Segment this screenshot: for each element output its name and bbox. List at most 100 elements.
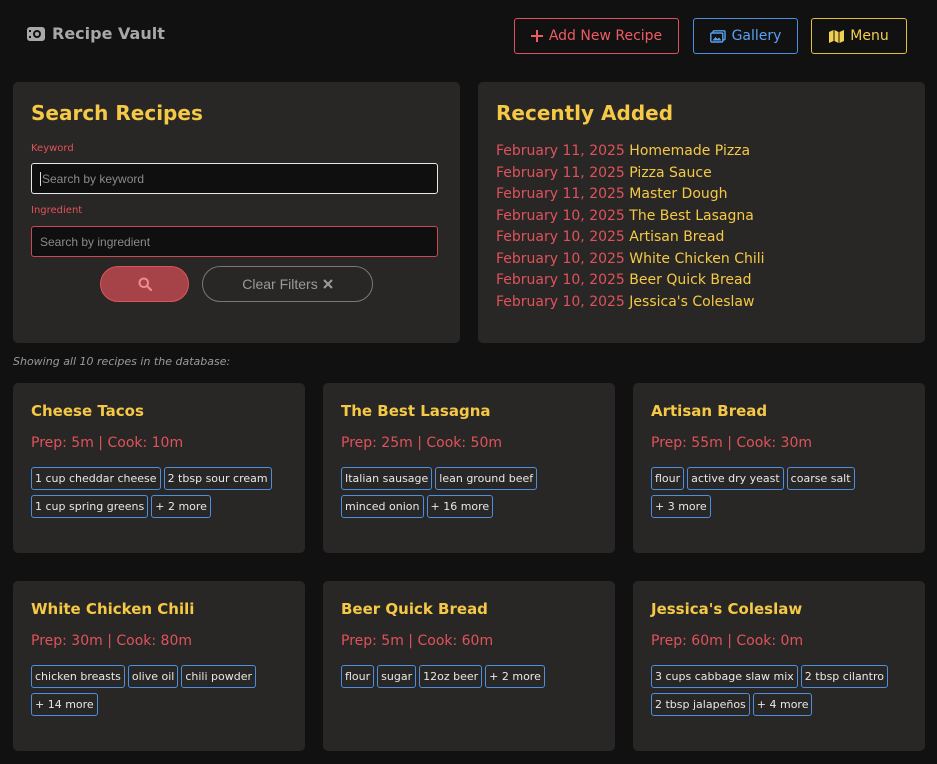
ingredient-input[interactable]: Search by ingredient bbox=[31, 226, 438, 257]
ingredient-tags: flour active dry yeast coarse salt + 3 m… bbox=[651, 467, 913, 518]
ingredient-tag: 2 tbsp sour cream bbox=[163, 467, 272, 490]
text-cursor bbox=[40, 171, 41, 186]
ingredient-tag: 1 cup cheddar cheese bbox=[31, 467, 161, 490]
keyword-placeholder: Search by keyword bbox=[42, 171, 145, 186]
recent-item[interactable]: February 11, 2025 Pizza Sauce bbox=[496, 164, 765, 186]
more-ingredients-tag: + 2 more bbox=[485, 665, 545, 688]
recent-name[interactable]: Master Dough bbox=[629, 186, 727, 202]
more-ingredients-tag: + 2 more bbox=[151, 495, 211, 518]
ingredient-tag: Italian sausage bbox=[341, 467, 433, 490]
recent-date: February 10, 2025 bbox=[496, 250, 625, 267]
plus-icon bbox=[530, 30, 543, 42]
search-button[interactable] bbox=[100, 266, 189, 302]
recipe-time: Prep: 5m | Cook: 10m bbox=[31, 435, 184, 451]
ingredient-tag: flour bbox=[341, 665, 375, 688]
recent-date: February 11, 2025 bbox=[496, 164, 625, 181]
ingredient-tag: olive oil bbox=[127, 665, 179, 688]
recent-item[interactable]: February 10, 2025 White Chicken Chili bbox=[496, 250, 765, 272]
recent-item[interactable]: February 10, 2025 The Best Lasagna bbox=[496, 207, 765, 229]
ingredient-tag: 3 cups cabbage slaw mix bbox=[651, 665, 798, 688]
recipe-time: Prep: 5m | Cook: 60m bbox=[341, 633, 494, 649]
recent-name[interactable]: Jessica's Coleslaw bbox=[629, 294, 754, 310]
recent-name[interactable]: The Best Lasagna bbox=[629, 208, 754, 224]
gallery-label: Gallery bbox=[731, 28, 782, 44]
ingredient-tag: sugar bbox=[377, 665, 417, 688]
ingredient-tag: 1 cup spring greens bbox=[31, 495, 149, 518]
keyword-label: Keyword bbox=[31, 143, 74, 154]
recipe-vault-logo-icon bbox=[27, 26, 45, 41]
recipe-time: Prep: 25m | Cook: 50m bbox=[341, 435, 503, 451]
more-ingredients-tag: + 16 more bbox=[426, 495, 494, 518]
recipe-card[interactable]: Beer Quick Bread Prep: 5m | Cook: 60m fl… bbox=[323, 581, 615, 751]
keyword-input[interactable]: Search by keyword bbox=[31, 163, 438, 194]
recently-added-panel: Recently Added February 11, 2025 Homemad… bbox=[478, 82, 925, 343]
clear-filters-label: Clear Filters bbox=[242, 276, 318, 292]
ingredient-tag: 12oz beer bbox=[419, 665, 483, 688]
recent-item[interactable]: February 11, 2025 Homemade Pizza bbox=[496, 142, 765, 164]
recipe-card[interactable]: The Best Lasagna Prep: 25m | Cook: 50m I… bbox=[323, 383, 615, 553]
menu-button[interactable]: Menu bbox=[811, 18, 907, 54]
ingredient-tags: 3 cups cabbage slaw mix 2 tbsp cilantro … bbox=[651, 665, 913, 716]
recent-date: February 10, 2025 bbox=[496, 207, 625, 224]
image-icon bbox=[709, 29, 726, 43]
recipe-title[interactable]: White Chicken Chili bbox=[31, 600, 194, 618]
app-header: Recipe Vault Add New Recipe Gallery Menu bbox=[0, 0, 937, 70]
ingredient-tag: coarse salt bbox=[786, 467, 855, 490]
ingredient-label: Ingredient bbox=[31, 205, 83, 216]
add-new-recipe-label: Add New Recipe bbox=[548, 28, 663, 44]
ingredient-tag: active dry yeast bbox=[687, 467, 784, 490]
search-panel: Search Recipes Keyword Search by keyword… bbox=[13, 82, 460, 343]
recent-name[interactable]: Artisan Bread bbox=[629, 229, 724, 245]
search-title: Search Recipes bbox=[31, 101, 203, 125]
recent-item[interactable]: February 11, 2025 Master Dough bbox=[496, 185, 765, 207]
recipe-card[interactable]: Jessica's Coleslaw Prep: 60m | Cook: 0m … bbox=[633, 581, 925, 751]
add-new-recipe-button[interactable]: Add New Recipe bbox=[514, 18, 679, 54]
recipe-time: Prep: 55m | Cook: 30m bbox=[651, 435, 813, 451]
results-count-text: Showing all 10 recipes in the database: bbox=[13, 355, 231, 368]
recent-item[interactable]: February 10, 2025 Artisan Bread bbox=[496, 228, 765, 250]
clear-filters-button[interactable]: Clear Filters bbox=[202, 266, 373, 302]
recent-item[interactable]: February 10, 2025 Jessica's Coleslaw bbox=[496, 293, 765, 315]
recent-item[interactable]: February 10, 2025 Beer Quick Bread bbox=[496, 271, 765, 293]
ingredient-placeholder: Search by ingredient bbox=[40, 234, 151, 249]
recently-added-title: Recently Added bbox=[496, 101, 674, 125]
recipe-card[interactable]: Artisan Bread Prep: 55m | Cook: 30m flou… bbox=[633, 383, 925, 553]
recent-date: February 10, 2025 bbox=[496, 229, 625, 245]
ingredient-tags: chicken breasts olive oil chili powder +… bbox=[31, 665, 293, 716]
recipe-card[interactable]: Cheese Tacos Prep: 5m | Cook: 10m 1 cup … bbox=[13, 383, 305, 553]
gallery-button[interactable]: Gallery bbox=[693, 18, 798, 54]
recipe-title[interactable]: Jessica's Coleslaw bbox=[651, 600, 802, 618]
recent-name[interactable]: White Chicken Chili bbox=[629, 251, 764, 267]
recipe-title[interactable]: The Best Lasagna bbox=[341, 402, 491, 420]
recent-name[interactable]: Homemade Pizza bbox=[629, 143, 750, 159]
menu-label: Menu bbox=[850, 28, 889, 44]
recipe-title[interactable]: Cheese Tacos bbox=[31, 402, 144, 420]
recent-name[interactable]: Pizza Sauce bbox=[629, 165, 711, 181]
brand-name: Recipe Vault bbox=[52, 24, 165, 43]
recent-date: February 11, 2025 bbox=[496, 143, 625, 159]
ingredient-tag: chili powder bbox=[181, 665, 257, 688]
ingredient-tag: flour bbox=[651, 467, 685, 490]
recent-date: February 11, 2025 bbox=[496, 186, 625, 202]
brand[interactable]: Recipe Vault bbox=[26, 24, 165, 43]
ingredient-tag: 2 tbsp jalapeños bbox=[651, 693, 750, 716]
recipe-time: Prep: 60m | Cook: 0m bbox=[651, 633, 804, 649]
more-ingredients-tag: + 3 more bbox=[651, 495, 711, 518]
ingredient-tags: Italian sausage lean ground beef minced … bbox=[341, 467, 603, 518]
ingredient-tag: 2 tbsp cilantro bbox=[800, 665, 888, 688]
close-icon bbox=[323, 279, 333, 289]
ingredient-tags: 1 cup cheddar cheese 2 tbsp sour cream 1… bbox=[31, 467, 293, 518]
ingredient-tag: lean ground beef bbox=[435, 467, 538, 490]
recipe-card[interactable]: White Chicken Chili Prep: 30m | Cook: 80… bbox=[13, 581, 305, 751]
recent-name[interactable]: Beer Quick Bread bbox=[629, 272, 751, 288]
map-icon bbox=[829, 29, 845, 43]
search-icon bbox=[138, 277, 152, 291]
recent-date: February 10, 2025 bbox=[496, 272, 625, 288]
ingredient-tag: minced onion bbox=[341, 495, 424, 518]
ingredient-tags: flour sugar 12oz beer + 2 more bbox=[341, 665, 603, 688]
recent-date: February 10, 2025 bbox=[496, 293, 625, 310]
ingredient-tag: chicken breasts bbox=[31, 665, 125, 688]
recipe-title[interactable]: Beer Quick Bread bbox=[341, 600, 488, 618]
recipe-time: Prep: 30m | Cook: 80m bbox=[31, 633, 193, 649]
recipe-title[interactable]: Artisan Bread bbox=[651, 402, 767, 420]
